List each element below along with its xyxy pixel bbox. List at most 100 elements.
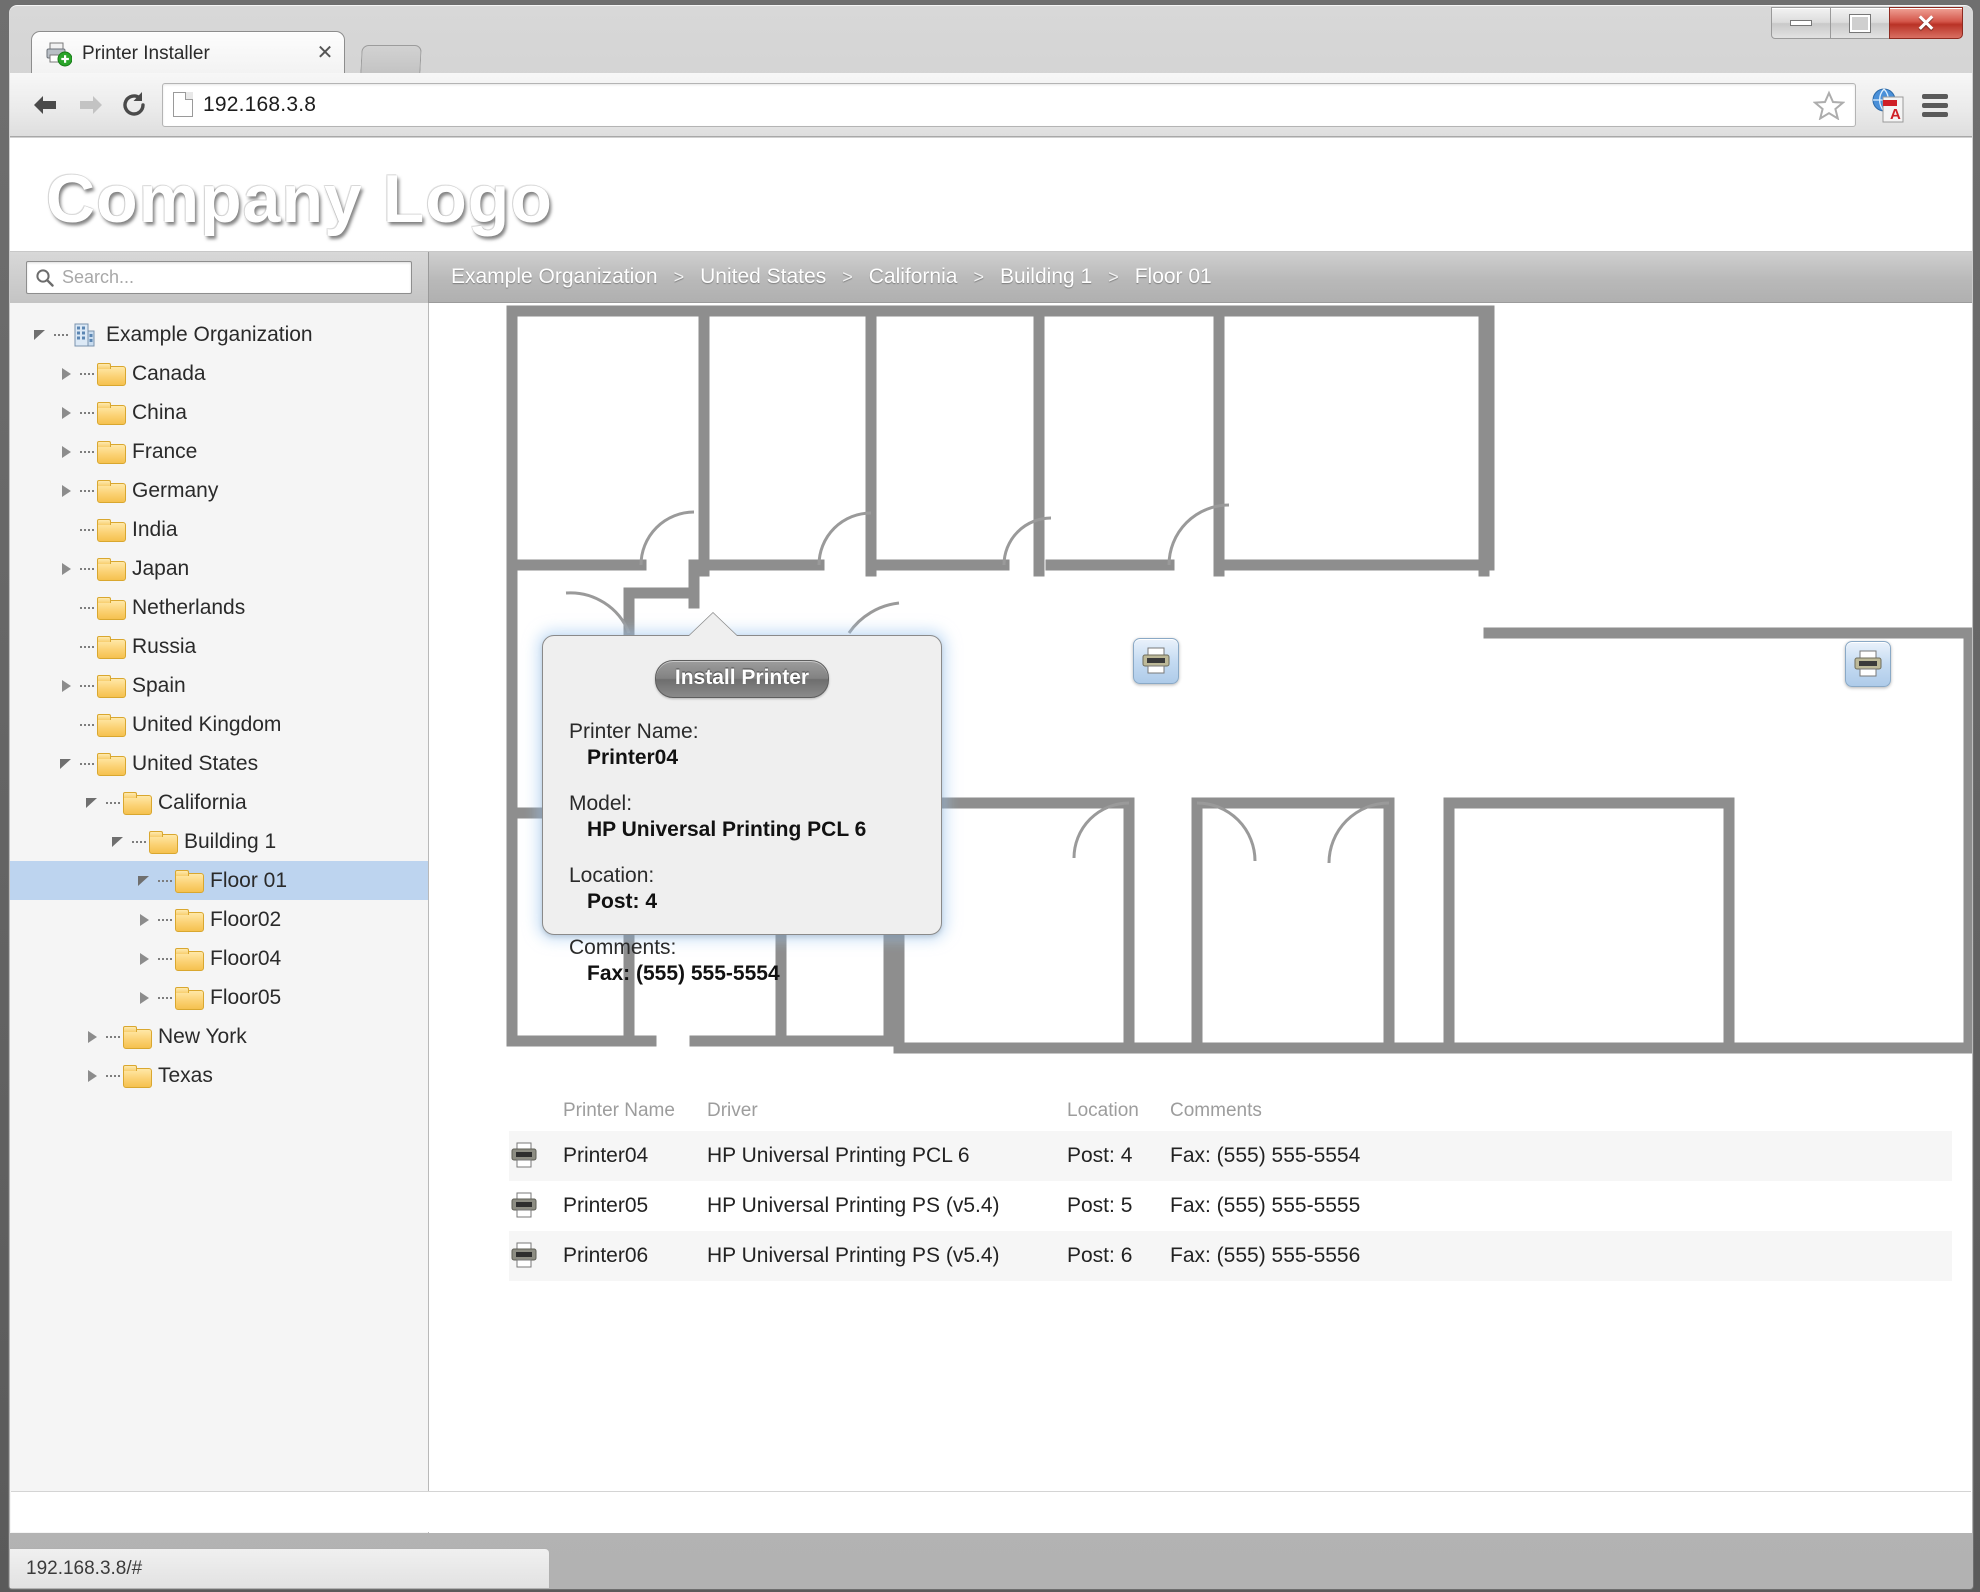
tree-item-canada[interactable]: Canada <box>10 354 428 393</box>
printer-table-row[interactable]: Printer05 HP Universal Printing PS (v5.4)… <box>509 1181 1952 1231</box>
tree-item-building-1[interactable]: Building 1 <box>10 822 428 861</box>
install-printer-button[interactable]: Install Printer <box>655 660 829 698</box>
printer-location-cell: Post: 5 <box>1067 1194 1133 1217</box>
printer-pin-printer04[interactable] <box>1133 638 1179 684</box>
tree-connector-line <box>80 489 94 492</box>
chevron-down-icon[interactable] <box>84 794 102 812</box>
chevron-down-icon[interactable] <box>110 833 128 851</box>
search-icon <box>36 269 54 287</box>
chevron-right-icon[interactable] <box>136 989 154 1007</box>
tree-item-label: Spain <box>132 673 186 697</box>
printer-driver-cell: HP Universal Printing PCL 6 <box>707 1144 970 1167</box>
tree-item-china[interactable]: China <box>10 393 428 432</box>
address-bar[interactable]: 192.168.3.8 <box>162 82 1856 127</box>
folder-icon <box>97 519 126 542</box>
tree-item-label: Floor05 <box>210 985 282 1009</box>
chevron-right-icon[interactable] <box>58 560 76 578</box>
chevron-right-icon[interactable] <box>58 482 76 500</box>
chevron-down-icon[interactable] <box>32 326 50 344</box>
popup-field-label: Location: <box>569 864 655 887</box>
printer-location-cell: Post: 6 <box>1067 1244 1133 1267</box>
tree-item-india[interactable]: India <box>10 510 428 549</box>
tree-item-germany[interactable]: Germany <box>10 471 428 510</box>
tree-item-russia[interactable]: Russia <box>10 627 428 666</box>
tree-item-france[interactable]: France <box>10 432 428 471</box>
pdf-extension-button[interactable]: A <box>1866 82 1912 128</box>
maximize-icon <box>1850 14 1870 32</box>
forward-button[interactable] <box>68 83 112 127</box>
back-button[interactable] <box>24 83 68 127</box>
search-input[interactable]: Search... <box>26 261 412 294</box>
tree-connector-line <box>54 333 68 336</box>
tree-item-label: Japan <box>132 556 190 580</box>
chevron-right-icon[interactable] <box>84 1067 102 1085</box>
printer-table-row[interactable]: Printer06 HP Universal Printing PS (v5.4)… <box>509 1231 1952 1281</box>
tree-item-japan[interactable]: Japan <box>10 549 428 588</box>
tree-item-label: Floor04 <box>210 946 282 970</box>
tree-item-example-organization[interactable]: Example Organization <box>10 315 428 354</box>
tree-item-floor02[interactable]: Floor02 <box>10 900 428 939</box>
printer-table-body: Printer04 HP Universal Printing PCL 6 Post… <box>509 1131 1952 1281</box>
reload-button[interactable] <box>112 83 156 127</box>
browser-menu-button[interactable] <box>1912 82 1958 128</box>
brand-header: Company Logo <box>10 138 1972 252</box>
url-text: 192.168.3.8 <box>203 92 317 116</box>
chevron-right-icon[interactable] <box>58 404 76 422</box>
chevron-right-icon[interactable] <box>58 677 76 695</box>
tree-item-united-states[interactable]: United States <box>10 744 428 783</box>
tree-connector-line <box>80 372 94 375</box>
tree-item-united-kingdom[interactable]: United Kingdom <box>10 705 428 744</box>
tab-title: Printer Installer <box>82 42 210 64</box>
breadcrumb-item-building-1[interactable]: Building 1 <box>1000 265 1092 289</box>
tab-close-icon[interactable]: ✕ <box>314 43 336 65</box>
chevron-right-icon[interactable] <box>58 365 76 383</box>
breadcrumb-item-california[interactable]: California <box>869 265 958 289</box>
chevron-right-icon[interactable] <box>136 911 154 929</box>
tree-connector-line <box>80 684 94 687</box>
company-logo: Company Logo <box>46 161 553 237</box>
browser-window: ✕ Printer Installer ✕ 192.168.3.8 A Comp… <box>8 4 1974 1590</box>
tree-item-california[interactable]: California <box>10 783 428 822</box>
breadcrumb-item-example-organization[interactable]: Example Organization <box>451 265 658 289</box>
chevron-right-icon[interactable] <box>58 443 76 461</box>
printer-icon <box>509 1242 563 1270</box>
tree-item-floor-01[interactable]: Floor 01 <box>10 861 428 900</box>
breadcrumb-item-floor-01[interactable]: Floor 01 <box>1135 265 1212 289</box>
chevron-right-icon[interactable] <box>84 1028 102 1046</box>
folder-icon <box>97 675 126 698</box>
tree-item-label: Example Organization <box>106 322 313 346</box>
tree-item-netherlands[interactable]: Netherlands <box>10 588 428 627</box>
folder-icon <box>123 1065 152 1088</box>
printer-icon <box>1854 650 1882 677</box>
search-placeholder: Search... <box>62 267 135 287</box>
tree-item-floor04[interactable]: Floor04 <box>10 939 428 978</box>
breadcrumb-separator: > <box>973 266 984 287</box>
chevron-down-icon[interactable] <box>136 872 154 890</box>
tree-connector-line <box>80 528 94 531</box>
breadcrumb-item-united-states[interactable]: United States <box>700 265 826 289</box>
tree-item-label: China <box>132 400 187 424</box>
organization-icon <box>71 322 97 348</box>
printer-location-cell: Post: 4 <box>1067 1144 1133 1167</box>
printer-add-icon <box>46 41 73 67</box>
chevron-down-icon[interactable] <box>58 755 76 773</box>
printer-info-fields: Printer Name: Printer04 Model: HP Universal… <box>569 720 915 986</box>
new-tab-button[interactable] <box>360 45 422 76</box>
tree-item-texas[interactable]: Texas <box>10 1056 428 1095</box>
printer-name-cell: Printer06 <box>563 1244 649 1267</box>
printer-table-row[interactable]: Printer04 HP Universal Printing PCL 6 Post… <box>509 1131 1952 1181</box>
tree-item-new-york[interactable]: New York <box>10 1017 428 1056</box>
bookmark-star-icon[interactable] <box>1813 90 1845 120</box>
tree-connector-line <box>106 801 120 804</box>
popup-field-label: Model: <box>569 792 633 815</box>
printer-pin-printer06[interactable] <box>1845 641 1891 687</box>
breadcrumb-separator: > <box>842 266 853 287</box>
tree-connector-line <box>158 918 172 921</box>
printer-comments-cell: Fax: (555) 555-5554 <box>1170 1144 1361 1167</box>
chevron-right-icon[interactable] <box>136 950 154 968</box>
tree-item-spain[interactable]: Spain <box>10 666 428 705</box>
tree-item-floor05[interactable]: Floor05 <box>10 978 428 1017</box>
printer-icon <box>1142 647 1170 674</box>
tab-printer-installer[interactable]: Printer Installer ✕ <box>31 31 345 75</box>
reload-icon <box>123 91 145 116</box>
